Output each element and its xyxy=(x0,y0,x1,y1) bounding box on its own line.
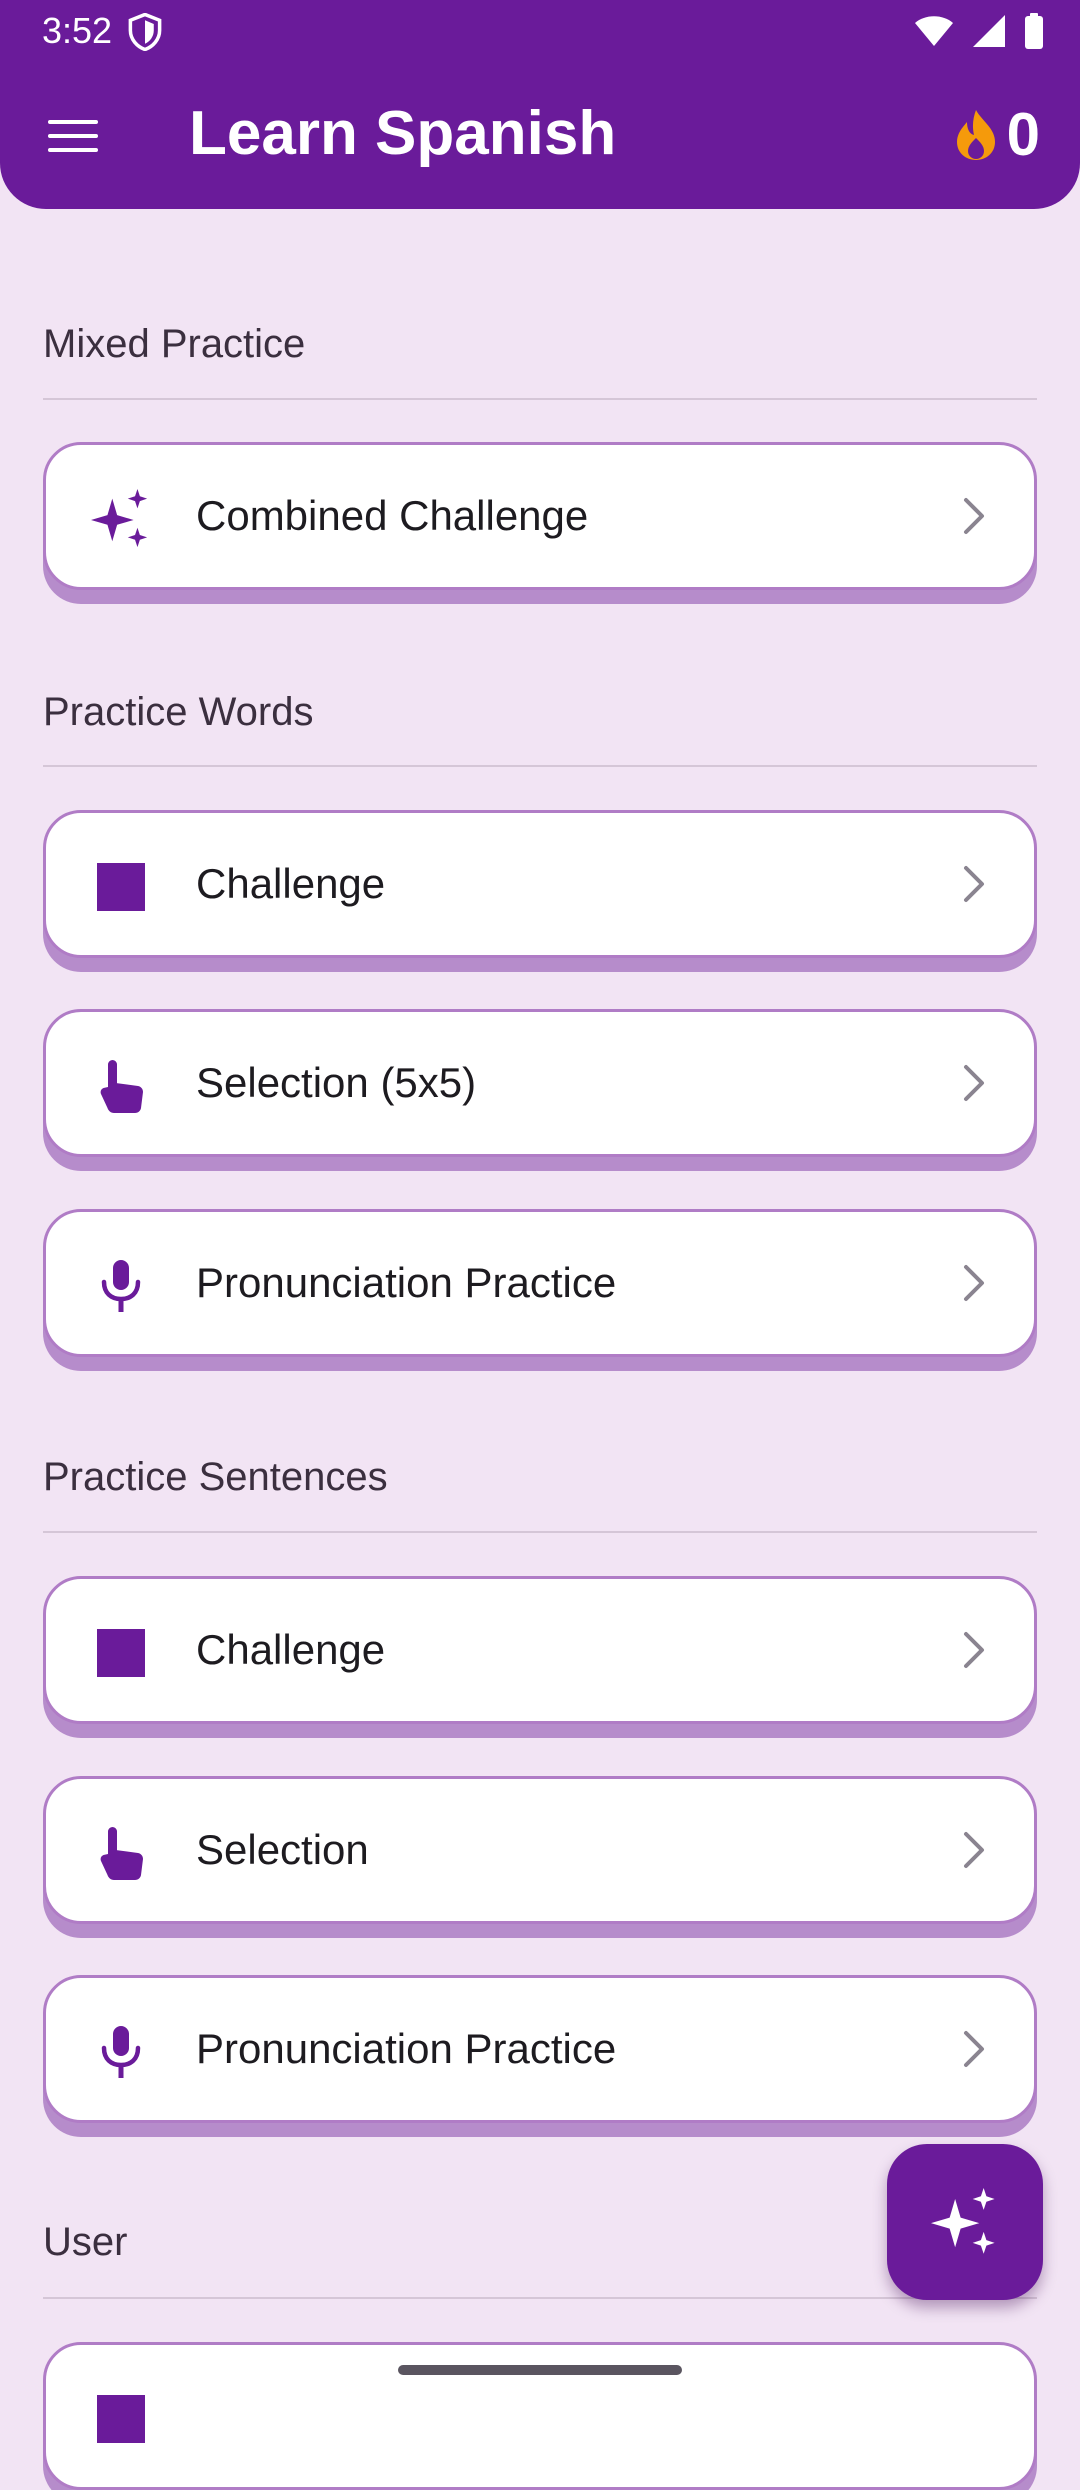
microphone-icon xyxy=(91,1256,151,1316)
card-label: Challenge xyxy=(196,1626,386,1673)
section-title-mixed-practice: Mixed Practice xyxy=(43,322,306,366)
battery-icon xyxy=(1025,13,1043,49)
chevron-right-icon xyxy=(964,1265,984,1301)
ai-assistant-fab[interactable] xyxy=(887,2144,1043,2300)
card-label: Selection (5x5) xyxy=(196,1059,477,1106)
status-bar: 3:52 xyxy=(0,0,1080,62)
words-challenge-button[interactable]: Challenge xyxy=(43,810,1037,958)
divider xyxy=(43,2297,1037,2299)
home-indicator[interactable] xyxy=(398,2365,682,2375)
streak-count: 0 xyxy=(1006,101,1040,168)
card-label: Pronunciation Practice xyxy=(196,1259,617,1306)
divider xyxy=(43,1531,1037,1533)
chevron-right-icon xyxy=(964,1632,984,1668)
card-label: Selection xyxy=(196,1826,369,1873)
chevron-right-icon xyxy=(964,2031,984,2067)
sentences-challenge-button[interactable]: Challenge xyxy=(43,1576,1037,1724)
words-pronunciation-button[interactable]: Pronunciation Practice xyxy=(43,1209,1037,1357)
words-selection-button[interactable]: Selection (5x5) xyxy=(43,1009,1037,1157)
sentences-selection-button[interactable]: Selection xyxy=(43,1776,1037,1924)
wifi-icon xyxy=(915,16,953,46)
chevron-right-icon xyxy=(964,1832,984,1868)
card-label: Pronunciation Practice xyxy=(196,2025,617,2072)
status-icons xyxy=(914,12,1044,50)
section-title-practice-words: Practice Words xyxy=(43,690,314,734)
hamburger-menu-icon xyxy=(48,120,98,152)
page-title: Learn Spanish xyxy=(189,99,617,168)
status-time: 3:52 xyxy=(42,10,113,51)
section-title-practice-sentences: Practice Sentences xyxy=(43,1455,388,1499)
section-title-user: User xyxy=(43,2220,128,2264)
sparkle-icon xyxy=(931,2188,995,2254)
menu-button[interactable] xyxy=(40,108,106,164)
touch-icon xyxy=(91,1056,151,1116)
flame-icon xyxy=(956,109,995,160)
signal-icon xyxy=(973,15,1005,47)
sentences-pronunciation-button[interactable]: Pronunciation Practice xyxy=(43,1975,1037,2123)
square-icon xyxy=(91,1623,151,1683)
square-icon xyxy=(91,2389,151,2449)
card-label: Challenge xyxy=(196,860,386,907)
chevron-right-icon xyxy=(964,498,984,534)
touch-icon xyxy=(91,1823,151,1883)
shield-icon xyxy=(128,13,162,51)
sparkle-icon xyxy=(91,489,151,549)
chevron-right-icon xyxy=(964,866,984,902)
divider xyxy=(43,398,1037,400)
app-header: 3:52 Learn Spanish 0 xyxy=(0,0,1080,209)
streak-counter[interactable]: 0 xyxy=(953,100,1040,169)
combined-challenge-button[interactable]: Combined Challenge xyxy=(43,442,1037,590)
square-icon xyxy=(91,857,151,917)
card-label: Combined Challenge xyxy=(196,492,589,539)
divider xyxy=(43,765,1037,767)
microphone-icon xyxy=(91,2022,151,2082)
chevron-right-icon xyxy=(964,1065,984,1101)
